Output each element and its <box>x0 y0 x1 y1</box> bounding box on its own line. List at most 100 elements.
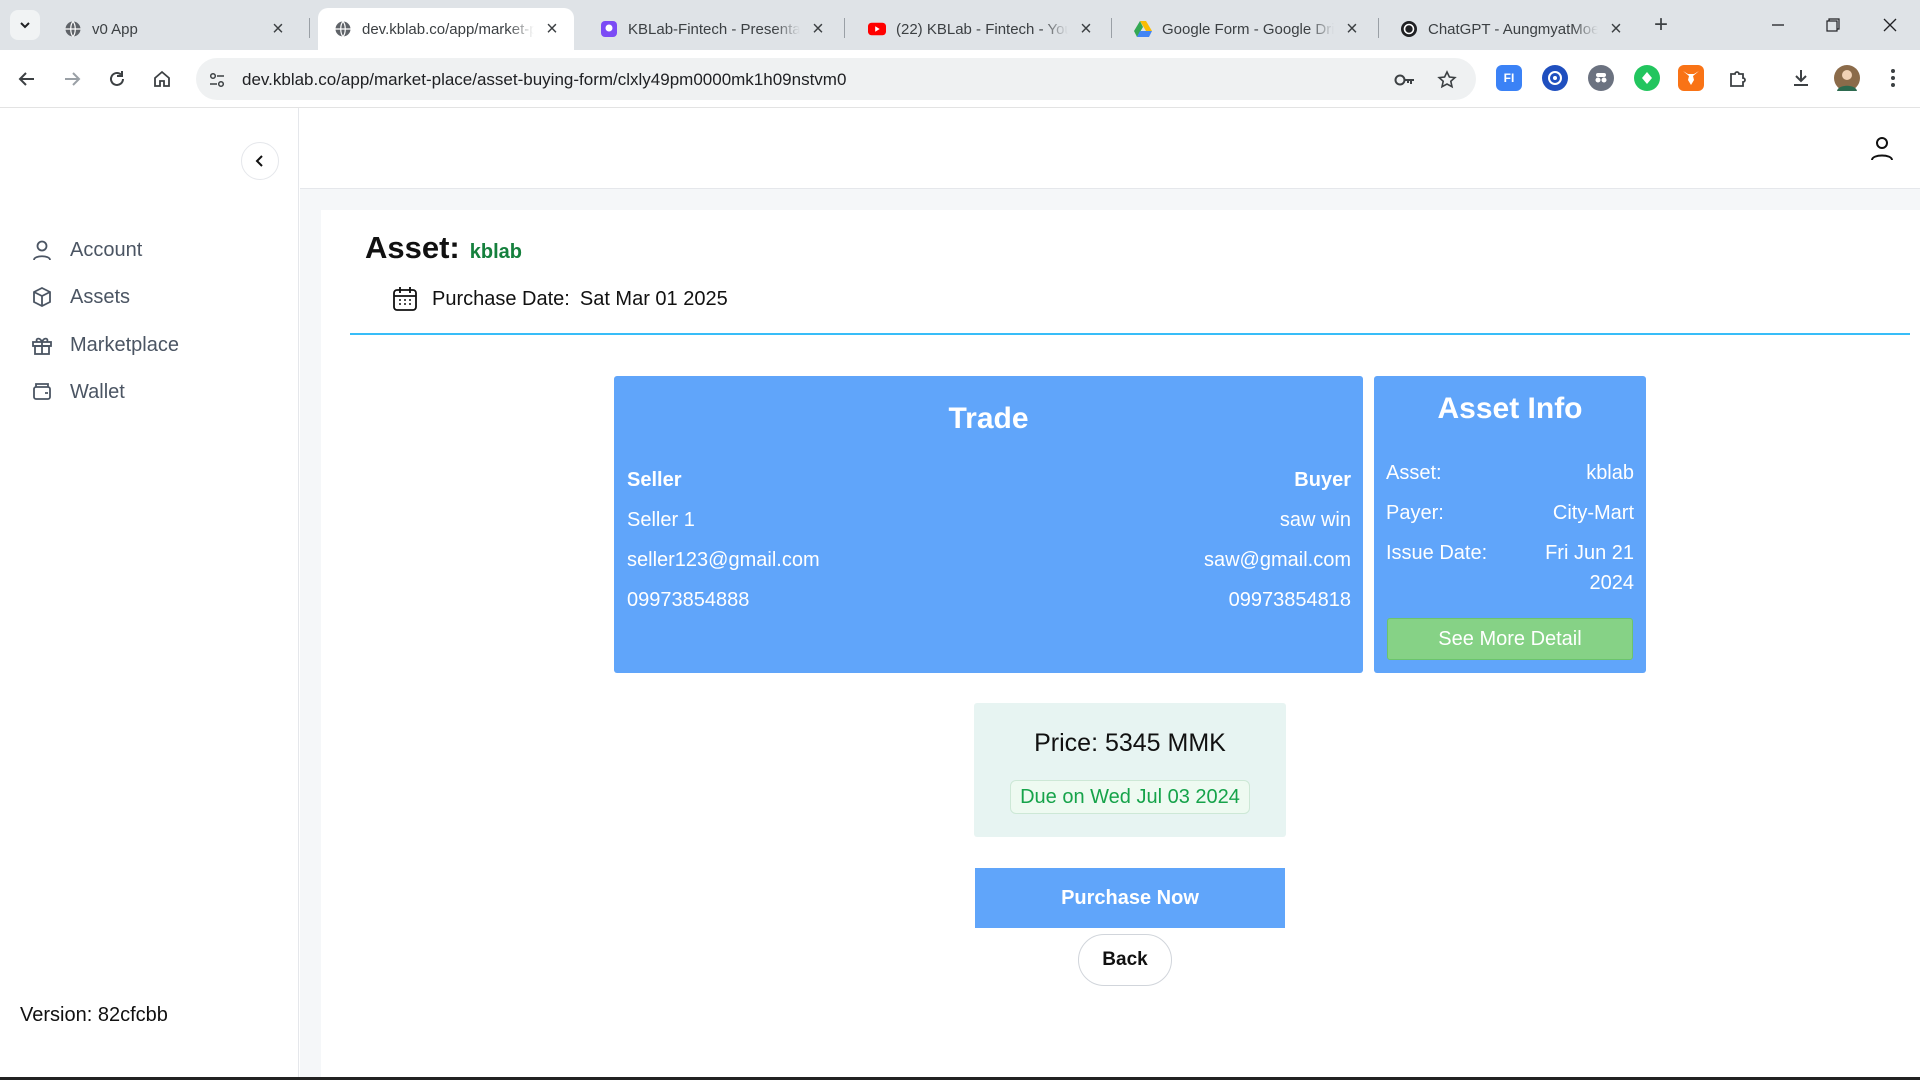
arrow-right-icon <box>65 72 81 86</box>
gift-icon <box>30 333 54 357</box>
tab-title: (22) KBLab - Fintech - YouTube <box>896 20 1068 38</box>
purchase-date-row: Purchase Date: Sat Mar 01 2025 <box>392 286 728 312</box>
metamask-extension-icon[interactable] <box>1678 65 1704 91</box>
asset-info-payer-row: Payer: City-Mart <box>1386 498 1634 528</box>
sidebar-item-label: Wallet <box>70 380 125 403</box>
google-drive-icon <box>1134 20 1152 38</box>
asset-info-payer-label: Payer: <box>1386 502 1444 524</box>
sidebar-item-label: Account <box>70 238 143 261</box>
buyer-phone: 09973854818 <box>1228 589 1351 611</box>
sidebar-item-wallet[interactable]: Wallet <box>30 380 125 404</box>
canva-icon <box>600 20 618 38</box>
address-bar[interactable]: dev.kblab.co/app/market-place/asset-buyi… <box>196 58 1476 100</box>
back-button[interactable]: Back <box>1078 934 1172 986</box>
close-icon[interactable]: × <box>1606 19 1626 39</box>
close-icon <box>1883 18 1897 32</box>
purchase-date-label: Purchase Date: <box>432 287 570 310</box>
wallet-icon <box>30 380 54 404</box>
spy-extension-icon[interactable] <box>1588 65 1614 91</box>
globe-icon <box>334 20 352 38</box>
tab-title: KBLab-Fintech - Presentation <box>628 20 800 38</box>
seller-heading: Seller <box>627 469 682 491</box>
restore-button[interactable] <box>1808 10 1858 40</box>
reload-icon <box>110 71 124 86</box>
tab-separator <box>1111 18 1112 38</box>
close-icon[interactable]: × <box>1076 19 1096 39</box>
buyer-email: saw@gmail.com <box>1203 549 1351 571</box>
password-key-icon[interactable] <box>1394 69 1416 91</box>
close-icon[interactable]: × <box>1342 19 1362 39</box>
tab-title: v0 App <box>92 20 138 38</box>
asset-heading: Asset: kblab <box>365 230 522 266</box>
trade-card: Trade Seller Seller 1 seller123@gmail.co… <box>614 376 1363 673</box>
minimize-button[interactable] <box>1753 10 1803 40</box>
url-text: dev.kblab.co/app/market-place/asset-buyi… <box>242 70 847 89</box>
sidebar-item-label: Assets <box>70 285 131 308</box>
reload-button[interactable] <box>102 64 132 94</box>
close-icon[interactable]: × <box>808 19 828 39</box>
issue-date-line-1: Fri Jun 21 <box>1545 542 1634 564</box>
version-label: Version: 82cfcbb <box>20 1004 168 1026</box>
seller-column: Seller Seller 1 seller123@gmail.com 0997… <box>627 468 820 628</box>
browser-menu-icon[interactable] <box>1880 65 1906 91</box>
price-box: Price: 5345 MMK Due on Wed Jul 03 2024 <box>974 703 1286 837</box>
restore-icon <box>1826 18 1840 32</box>
back-nav-button[interactable] <box>12 64 42 94</box>
price-text: Price: 5345 MMK <box>1034 729 1226 757</box>
asset-info-issue-row: Issue Date: Fri Jun 21 2024 <box>1386 538 1634 598</box>
tab-youtube[interactable]: (22) KBLab - Fintech - YouTube × <box>852 8 1108 50</box>
tab-separator <box>844 18 845 38</box>
home-button[interactable] <box>147 64 177 94</box>
tab-search-button[interactable] <box>10 10 40 40</box>
calendar-icon <box>393 287 417 311</box>
asset-info-asset-label: Asset: <box>1386 462 1442 484</box>
sidebar-item-assets[interactable]: Assets <box>30 285 130 309</box>
sidebar-item-marketplace[interactable]: Marketplace <box>30 333 179 357</box>
new-tab-button[interactable]: + <box>1648 12 1674 38</box>
compass-extension-icon[interactable] <box>1542 65 1568 91</box>
sidebar-item-label: Marketplace <box>70 333 179 356</box>
buyer-column: Buyer saw win saw@gmail.com 09973854818 <box>1204 468 1351 628</box>
tab-separator <box>1378 18 1379 38</box>
close-window-button[interactable] <box>1865 10 1915 40</box>
issue-date-line-2: 2024 <box>1589 572 1635 594</box>
green-extension-icon[interactable] <box>1634 65 1660 91</box>
asset-info-title: Asset Info <box>1437 392 1583 425</box>
arrow-left-icon <box>18 72 34 86</box>
close-icon[interactable]: × <box>268 19 288 39</box>
buyer-name: saw win <box>1279 509 1351 531</box>
collapse-sidebar-button[interactable] <box>241 142 279 180</box>
fi-extension-icon[interactable]: FI <box>1496 65 1522 91</box>
trade-title: Trade <box>948 402 1029 435</box>
forward-nav-button[interactable] <box>57 64 87 94</box>
tab-separator <box>309 18 310 38</box>
user-icon[interactable] <box>1868 134 1896 162</box>
download-icon[interactable] <box>1788 65 1814 91</box>
sidebar-item-account[interactable]: Account <box>30 238 142 262</box>
asset-info-issue-label: Issue Date: <box>1386 542 1488 564</box>
tab-title: ChatGPT - AungmyatMoe <box>1428 20 1598 38</box>
tab-title: dev.kblab.co/app/market-place <box>362 20 534 38</box>
purchase-now-button[interactable]: Purchase Now <box>975 868 1285 928</box>
tab-strip: v0 App × dev.kblab.co/app/market-place ×… <box>0 0 1920 50</box>
puzzle-extensions-icon[interactable] <box>1724 65 1750 91</box>
tab-google-drive[interactable]: Google Form - Google Drive × <box>1118 8 1374 50</box>
asset-info-payer-value: City-Mart <box>1552 502 1634 524</box>
seller-phone: 09973854888 <box>627 589 750 611</box>
chevron-down-icon <box>20 22 30 29</box>
site-settings-icon[interactable] <box>206 69 228 91</box>
asset-label: Asset: <box>365 230 460 265</box>
due-date-badge: Due on Wed Jul 03 2024 <box>1010 780 1250 814</box>
asset-info-card: Asset Info Asset: kblab Payer: City-Mart… <box>1374 376 1646 673</box>
tab-v0-app[interactable]: v0 App × <box>48 8 300 50</box>
tab-chatgpt[interactable]: ChatGPT - AungmyatMoe × <box>1384 8 1638 50</box>
asset-info-issue-value: Fri Jun 21 2024 <box>1545 538 1634 598</box>
app-header <box>300 108 1920 189</box>
profile-avatar[interactable] <box>1834 65 1860 91</box>
close-icon[interactable]: × <box>542 19 562 39</box>
bookmark-star-icon[interactable] <box>1436 69 1458 91</box>
tab-kblab-marketplace[interactable]: dev.kblab.co/app/market-place × <box>318 8 574 50</box>
tab-kblab-presentation[interactable]: KBLab-Fintech - Presentation × <box>584 8 840 50</box>
home-icon <box>154 70 170 87</box>
see-more-detail-button[interactable]: See More Detail <box>1387 618 1633 660</box>
